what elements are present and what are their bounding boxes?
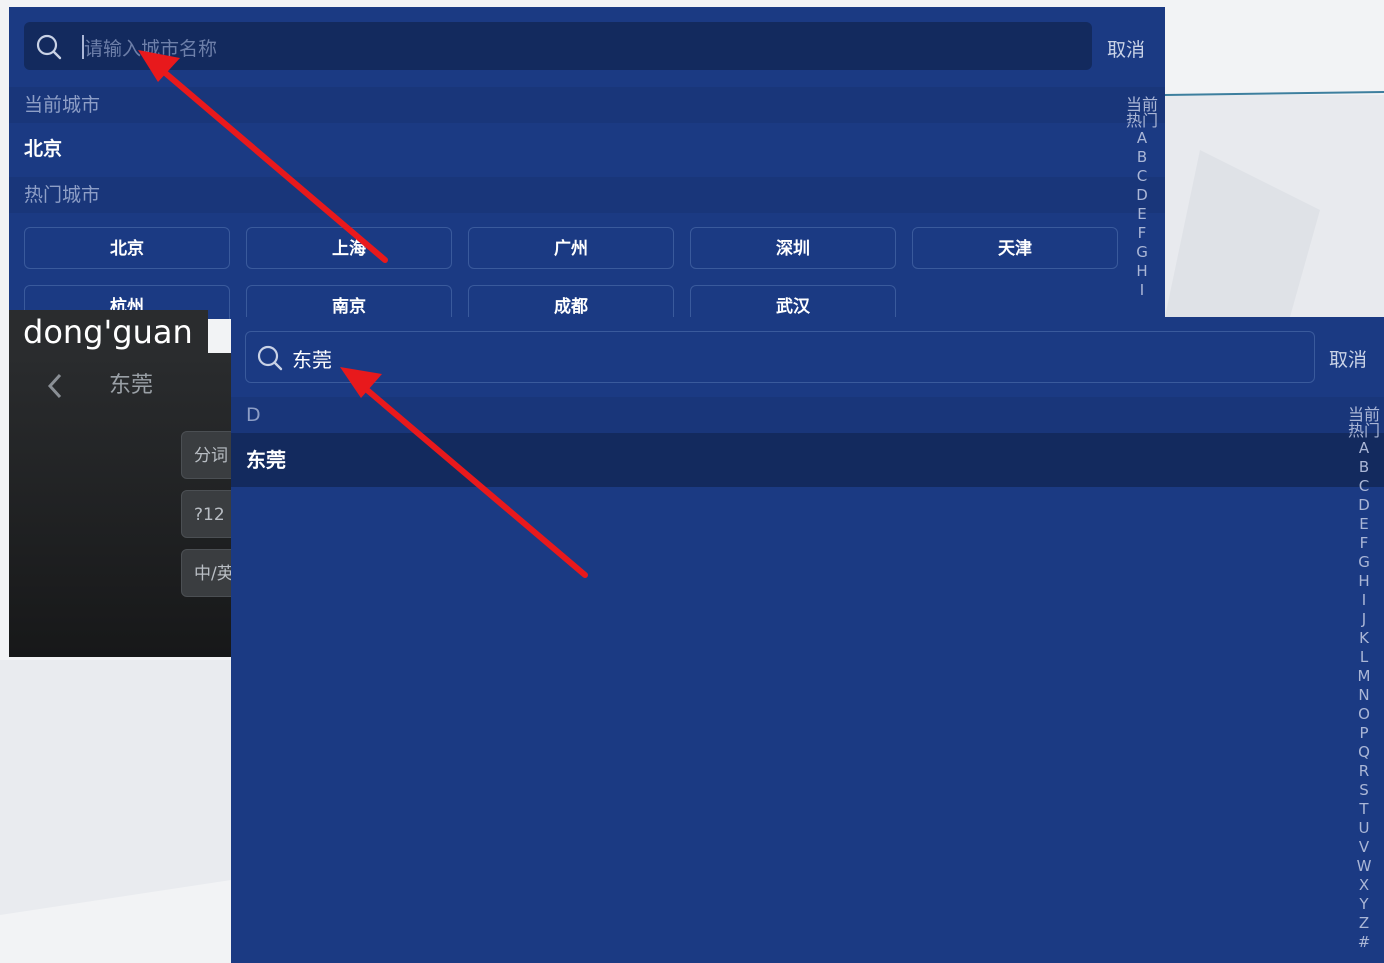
chevron-left-icon[interactable] — [45, 371, 65, 401]
index-item[interactable]: D — [1346, 496, 1382, 515]
hot-city-chip[interactable]: 天津 — [912, 227, 1118, 269]
current-city-item[interactable]: 北京 — [9, 123, 1121, 175]
hot-city-chip[interactable]: 武汉 — [690, 285, 896, 319]
search-icon — [257, 345, 283, 371]
alphabet-index-bar[interactable]: 当前 热门 A B C D E F G H I — [1124, 97, 1160, 300]
index-item[interactable]: 热门 — [1124, 113, 1160, 129]
current-city-header: 当前城市 — [9, 87, 1165, 123]
search-input[interactable]: 东莞 — [245, 331, 1315, 383]
index-item[interactable]: I — [1346, 591, 1382, 610]
index-item[interactable]: Y — [1346, 895, 1382, 914]
ime-language-key[interactable]: 中/英 — [181, 549, 231, 597]
index-item[interactable]: R — [1346, 762, 1382, 781]
city-picker-panel-initial: 请输入城市名称 取消 当前城市 北京 热门城市 北京 上海 广州 深圳 天津 杭… — [9, 7, 1165, 319]
index-item[interactable]: F — [1124, 224, 1160, 243]
index-item[interactable]: P — [1346, 724, 1382, 743]
index-item[interactable]: Z — [1346, 914, 1382, 933]
index-item[interactable]: A — [1124, 129, 1160, 148]
index-item[interactable]: B — [1124, 148, 1160, 167]
ime-candidate-word[interactable]: 东莞 — [109, 367, 153, 399]
index-item[interactable]: O — [1346, 705, 1382, 724]
index-item[interactable]: 热门 — [1346, 423, 1382, 439]
cancel-button[interactable]: 取消 — [1107, 35, 1145, 62]
ime-keyboard: 东莞 分词 ?12 中/英 — [9, 353, 231, 657]
hot-city-chip[interactable]: 上海 — [246, 227, 452, 269]
hot-city-chip[interactable]: 南京 — [246, 285, 452, 319]
index-item[interactable]: I — [1124, 281, 1160, 300]
index-item[interactable]: C — [1124, 167, 1160, 186]
index-item[interactable]: U — [1346, 819, 1382, 838]
search-result-item[interactable]: 东莞 — [231, 433, 1384, 487]
ime-segment-key[interactable]: 分词 — [181, 431, 231, 479]
index-item[interactable]: M — [1346, 667, 1382, 686]
index-item[interactable]: A — [1346, 439, 1382, 458]
search-icon — [36, 34, 62, 60]
hot-city-chip[interactable]: 广州 — [468, 227, 674, 269]
index-item[interactable]: L — [1346, 648, 1382, 667]
hot-city-chip[interactable]: 深圳 — [690, 227, 896, 269]
index-item[interactable]: S — [1346, 781, 1382, 800]
index-item[interactable]: K — [1346, 629, 1382, 648]
alphabet-index-bar[interactable]: 当前 热门 A B C D E F G H I J K L M N O P Q R S T U V W X Y Z # — [1346, 407, 1382, 952]
index-item[interactable]: E — [1124, 205, 1160, 224]
hot-cities-header: 热门城市 — [9, 177, 1165, 213]
hot-city-chip[interactable]: 成都 — [468, 285, 674, 319]
pinyin-composition: dong'guan — [9, 310, 208, 356]
index-item[interactable]: X — [1346, 876, 1382, 895]
index-item[interactable]: N — [1346, 686, 1382, 705]
index-item[interactable]: F — [1346, 534, 1382, 553]
index-item[interactable]: B — [1346, 458, 1382, 477]
index-item[interactable]: G — [1346, 553, 1382, 572]
index-item[interactable]: # — [1346, 933, 1382, 952]
ime-symbols-key[interactable]: ?12 — [181, 490, 231, 538]
index-item[interactable]: D — [1124, 186, 1160, 205]
search-input[interactable]: 请输入城市名称 — [24, 22, 1092, 70]
index-item[interactable]: V — [1346, 838, 1382, 857]
cancel-button[interactable]: 取消 — [1329, 345, 1367, 372]
index-item[interactable]: G — [1124, 243, 1160, 262]
search-value: 东莞 — [292, 348, 332, 372]
section-header-letter: D — [231, 397, 1384, 433]
index-item[interactable]: T — [1346, 800, 1382, 819]
city-picker-panel-search-result: 东莞 取消 D 东莞 当前 热门 ABCDEFGHIJKLMNOPQRSTUVW… — [231, 317, 1384, 963]
index-item[interactable]: E — [1346, 515, 1382, 534]
index-item[interactable]: H — [1124, 262, 1160, 281]
index-item[interactable]: H — [1346, 572, 1382, 591]
index-item[interactable]: J — [1346, 610, 1382, 629]
hot-city-chip[interactable]: 北京 — [24, 227, 230, 269]
index-item[interactable]: C — [1346, 477, 1382, 496]
search-placeholder: 请输入城市名称 — [84, 38, 218, 60]
index-item[interactable]: Q — [1346, 743, 1382, 762]
index-item[interactable]: W — [1346, 857, 1382, 876]
